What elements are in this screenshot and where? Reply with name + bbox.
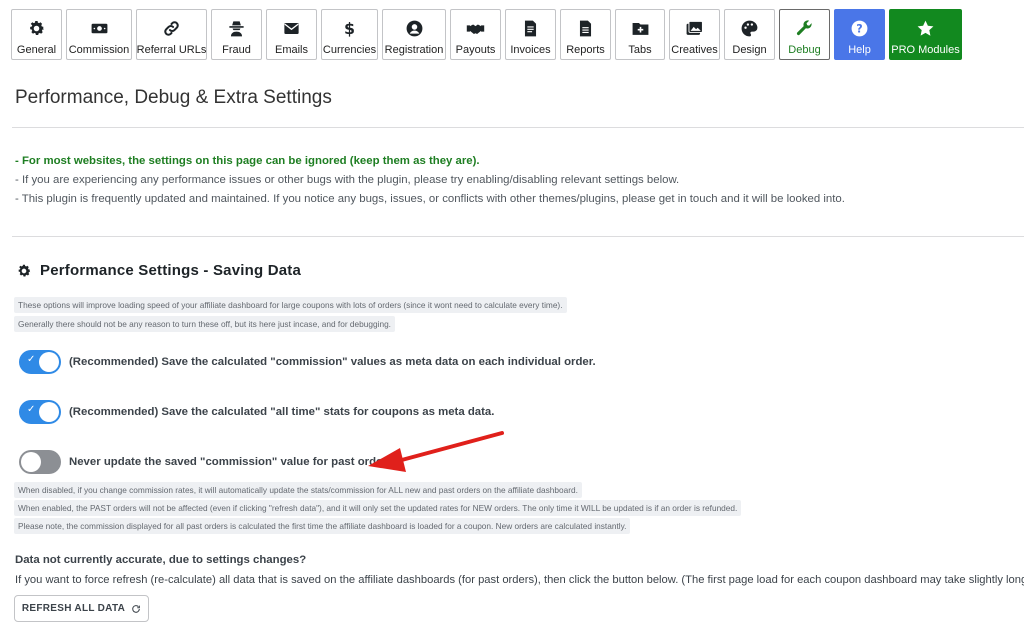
tab-label: Payouts — [455, 44, 496, 56]
tab-payouts[interactable]: Payouts — [450, 9, 501, 60]
tab-commission[interactable]: Commission — [66, 9, 132, 60]
dollar-icon: $ — [340, 18, 360, 38]
toggle-knob — [39, 402, 59, 422]
tab-label: Help — [848, 44, 871, 56]
tab-label: Emails — [274, 44, 308, 56]
button-label: REFRESH ALL DATA — [21, 603, 126, 614]
tab-label: Registration — [384, 44, 444, 56]
help-note: Please note, the commission displayed fo… — [14, 518, 631, 534]
help-note: These options will improve loading speed… — [14, 297, 567, 313]
help-note: Generally there should not be any reason… — [14, 316, 395, 332]
tab-label: Tabs — [628, 44, 652, 56]
divider — [12, 127, 1024, 128]
tab-invoices[interactable]: Invoices — [505, 9, 556, 60]
images-icon — [685, 18, 705, 38]
tab-label: Reports — [566, 44, 605, 56]
tab-help[interactable]: ? Help — [834, 9, 885, 60]
tab-creatives[interactable]: Creatives — [669, 9, 720, 60]
svg-text:?: ? — [856, 22, 862, 35]
palette-icon — [740, 18, 760, 38]
refresh-description: If you want to force refresh (re-calcula… — [15, 574, 1024, 586]
user-icon — [404, 18, 424, 38]
envelope-icon — [282, 18, 302, 38]
refresh-heading: Data not currently accurate, due to sett… — [15, 554, 307, 566]
tab-label: Fraud — [222, 44, 251, 56]
annotation-arrow-icon — [368, 431, 504, 472]
tab-design[interactable]: Design — [724, 9, 775, 60]
file-icon — [576, 18, 596, 38]
tab-label: Creatives — [671, 44, 718, 56]
refresh-icon — [132, 604, 141, 613]
wrench-icon — [795, 18, 815, 38]
tab-tabs[interactable]: Tabs — [615, 9, 665, 60]
tab-label: PRO Modules — [891, 44, 960, 56]
setting-save-commission-meta: ✓ (Recommended) Save the calculated "com… — [19, 350, 596, 374]
tab-label: Debug — [788, 44, 821, 56]
gear-icon — [27, 18, 47, 38]
section-title: Performance Settings - Saving Data — [40, 262, 302, 279]
tab-emails[interactable]: Emails — [266, 9, 317, 60]
toggle-knob — [39, 352, 59, 372]
money-icon — [89, 18, 109, 38]
help-note: When disabled, if you change commission … — [14, 482, 582, 498]
invoice-icon — [521, 18, 541, 38]
intro-line: - If you are experiencing any performanc… — [15, 174, 680, 186]
toggle-label: (Recommended) Save the calculated "all t… — [69, 406, 495, 418]
tab-reports[interactable]: Reports — [560, 9, 611, 60]
folder-plus-icon — [630, 18, 650, 38]
tab-label: Commission — [68, 44, 130, 56]
tab-referral-urls[interactable]: Referral URLs — [136, 9, 207, 60]
svg-text:$: $ — [344, 19, 355, 38]
toggle-label: Never update the saved "commission" valu… — [69, 456, 397, 468]
refresh-all-data-button[interactable]: REFRESH ALL DATA — [14, 595, 149, 622]
intro-line: - For most websites, the settings on thi… — [15, 155, 480, 167]
divider — [12, 236, 1024, 237]
tab-label: General — [16, 44, 57, 56]
tab-label: Referral URLs — [136, 44, 207, 56]
star-icon — [916, 18, 936, 38]
link-icon — [162, 18, 182, 38]
tab-general[interactable]: General — [11, 9, 62, 60]
section-heading: Performance Settings - Saving Data — [16, 262, 301, 279]
tab-currencies[interactable]: $ Currencies — [321, 9, 378, 60]
handshake-icon — [466, 18, 486, 38]
toggle-switch[interactable]: ✓ — [19, 350, 61, 374]
toggle-switch[interactable] — [19, 450, 61, 474]
setting-never-update-commission: Never update the saved "commission" valu… — [19, 450, 396, 474]
tab-debug[interactable]: Debug — [779, 9, 830, 60]
page-title: Performance, Debug & Extra Settings — [15, 87, 332, 108]
tab-fraud[interactable]: Fraud — [211, 9, 262, 60]
check-icon: ✓ — [27, 354, 36, 365]
toggle-knob — [21, 452, 41, 472]
toggle-label: (Recommended) Save the calculated "commi… — [69, 356, 596, 368]
tab-pro-modules[interactable]: PRO Modules — [889, 9, 962, 60]
settings-tabs: General Commission Referral URLs Fraud E… — [11, 9, 962, 60]
intro-line: - This plugin is frequently updated and … — [15, 193, 845, 205]
setting-save-all-time-stats: ✓ (Recommended) Save the calculated "all… — [19, 400, 494, 424]
tab-label: Design — [732, 44, 767, 56]
tab-label: Invoices — [510, 44, 551, 56]
tab-registration[interactable]: Registration — [382, 9, 446, 60]
toggle-switch[interactable]: ✓ — [19, 400, 61, 424]
gear-icon — [18, 264, 31, 276]
tab-label: Currencies — [322, 44, 377, 56]
spy-icon — [227, 18, 247, 38]
help-note: When enabled, the PAST orders will not b… — [14, 500, 742, 516]
question-icon: ? — [850, 18, 870, 38]
check-icon: ✓ — [27, 404, 36, 415]
